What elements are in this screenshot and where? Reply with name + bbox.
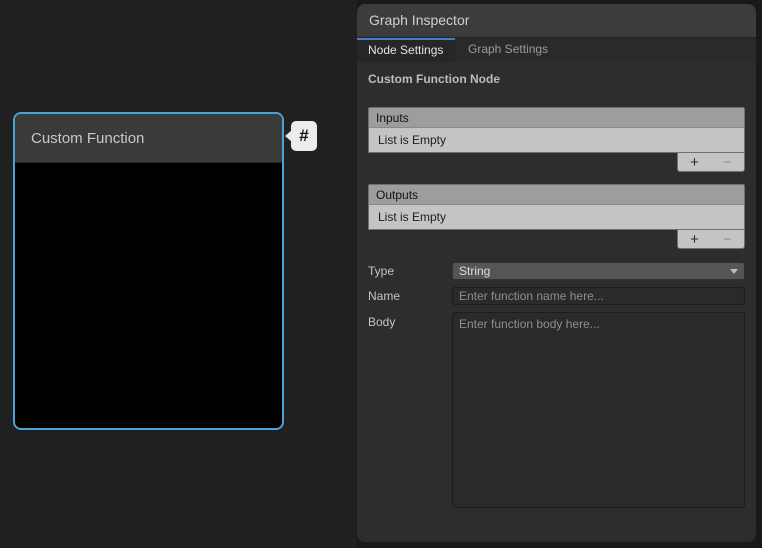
outputs-remove-button[interactable]: − [717,232,738,247]
outputs-list-empty-row: List is Empty [368,205,745,230]
function-name-input[interactable] [452,287,745,305]
type-label: Type [368,264,452,278]
type-dropdown-value: String [459,264,730,278]
tab-graph-settings[interactable]: Graph Settings [455,38,561,62]
panel-title[interactable]: Graph Inspector [357,4,756,38]
outputs-list: Outputs List is Empty + − [368,184,745,249]
outputs-list-footer: + − [677,230,745,249]
function-fields: Type String Name Body [368,262,745,508]
section-title: Custom Function Node [368,72,745,86]
body-row: Body [368,312,745,508]
chevron-down-icon [730,269,738,274]
inputs-list: Inputs List is Empty + − [368,107,745,172]
hash-badge[interactable]: # [291,121,317,151]
hash-icon: # [299,126,308,146]
outputs-list-header: Outputs [368,184,745,205]
graph-canvas[interactable]: Custom Function # [0,0,357,548]
outputs-add-button[interactable]: + [684,232,705,247]
name-label: Name [368,289,452,303]
body-label: Body [368,315,452,329]
name-row: Name [368,287,745,305]
inputs-list-header: Inputs [368,107,745,128]
node-title[interactable]: Custom Function [15,114,282,163]
inputs-list-empty-row: List is Empty [368,128,745,153]
inspector-content: Custom Function Node Inputs List is Empt… [357,72,756,508]
custom-function-node[interactable]: Custom Function [13,112,284,430]
type-dropdown[interactable]: String [452,262,745,280]
inputs-list-footer: + − [677,153,745,172]
tab-node-settings[interactable]: Node Settings [357,38,455,62]
inputs-add-button[interactable]: + [684,155,705,170]
graph-inspector-panel: Graph Inspector Node Settings Graph Sett… [357,4,756,542]
inputs-remove-button[interactable]: − [717,155,738,170]
tab-row: Node Settings Graph Settings [357,38,756,62]
type-row: Type String [368,262,745,280]
function-body-input[interactable] [452,312,745,508]
